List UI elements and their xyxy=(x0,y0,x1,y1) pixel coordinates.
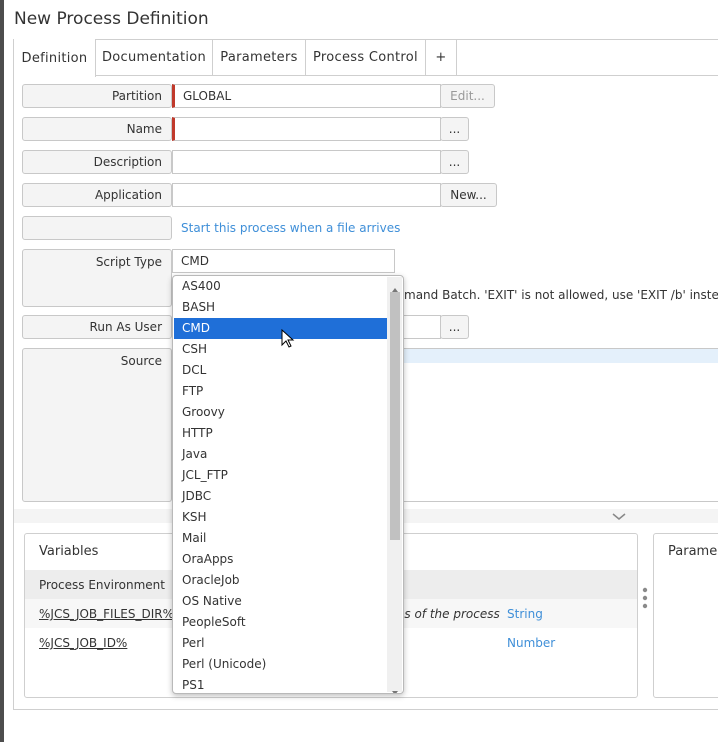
application-new-button[interactable]: New... xyxy=(440,183,497,207)
application-field[interactable] xyxy=(172,183,441,207)
run-as-user-label: Run As User xyxy=(22,315,172,339)
script-type-label: Script Type xyxy=(22,249,172,307)
tab-documentation[interactable]: Documentation xyxy=(96,39,213,76)
add-tab-button[interactable]: + xyxy=(426,39,457,76)
name-browse-button[interactable]: ... xyxy=(440,117,469,141)
dropdown-option[interactable]: Perl xyxy=(174,633,387,654)
script-type-hint: mand Batch. 'EXIT' is not allowed, use '… xyxy=(404,288,718,302)
dropdown-option[interactable]: PS1 xyxy=(174,675,387,693)
dropdown-option[interactable]: HTTP xyxy=(174,423,387,444)
file-arrival-link[interactable]: Start this process when a file arrives xyxy=(181,221,400,235)
tab-parameters[interactable]: Parameters xyxy=(213,39,306,76)
scroll-up-icon[interactable] xyxy=(391,279,399,292)
variable-description: es of the process xyxy=(397,607,500,621)
dropdown-option[interactable]: DCL xyxy=(174,360,387,381)
chevron-down-icon[interactable] xyxy=(611,509,627,523)
dropdown-option[interactable]: Mail xyxy=(174,528,387,549)
description-label: Description xyxy=(22,150,172,174)
page-title: New Process Definition xyxy=(14,9,209,29)
dropdown-option[interactable]: JCL_FTP xyxy=(174,465,387,486)
run-as-user-browse-button[interactable]: ... xyxy=(440,315,469,339)
panel-resize-handle[interactable] xyxy=(641,586,649,610)
partition-edit-button[interactable]: Edit... xyxy=(440,84,495,108)
dropdown-scrollbar-thumb[interactable] xyxy=(390,292,400,540)
variable-name-link[interactable]: %JCS_JOB_FILES_DIR% xyxy=(39,607,174,621)
parameters-panel-title: Parame xyxy=(668,544,718,559)
dropdown-option[interactable]: KSH xyxy=(174,507,387,528)
dropdown-option[interactable]: BASH xyxy=(174,297,387,318)
name-label: Name xyxy=(22,117,172,141)
variable-name-link[interactable]: %JCS_JOB_ID% xyxy=(39,636,127,650)
variable-type: String xyxy=(507,607,543,621)
dropdown-option[interactable]: PeopleSoft xyxy=(174,612,387,633)
description-browse-button[interactable]: ... xyxy=(440,150,469,174)
description-field[interactable] xyxy=(172,150,441,174)
source-label: Source xyxy=(22,348,172,502)
tab-process-control[interactable]: Process Control xyxy=(306,39,426,76)
dropdown-option[interactable]: JDBC xyxy=(174,486,387,507)
mouse-cursor-icon xyxy=(281,328,295,349)
scroll-down-icon[interactable] xyxy=(391,682,399,693)
variable-type: Number xyxy=(507,636,556,650)
variables-group-label: Process Environment xyxy=(39,578,165,592)
variables-title: Variables xyxy=(39,544,99,559)
dropdown-option[interactable]: AS400 xyxy=(174,276,387,297)
dropdown-option[interactable]: OraApps xyxy=(174,549,387,570)
dropdown-option[interactable]: FTP xyxy=(174,381,387,402)
file-arrival-label xyxy=(22,216,172,240)
dropdown-option[interactable]: OS Native xyxy=(174,591,387,612)
partition-label: Partition xyxy=(22,84,172,108)
dropdown-option[interactable]: Perl (Unicode) xyxy=(174,654,387,675)
name-field[interactable] xyxy=(172,117,441,141)
partition-field[interactable]: GLOBAL xyxy=(172,84,441,108)
application-label: Application xyxy=(22,183,172,207)
dropdown-option[interactable]: OracleJob xyxy=(174,570,387,591)
script-type-select[interactable]: CMD xyxy=(172,249,395,273)
left-edge-bar xyxy=(0,0,4,742)
tab-definition[interactable]: Definition xyxy=(14,39,96,77)
dropdown-option[interactable]: Groovy xyxy=(174,402,387,423)
dropdown-option[interactable]: Java xyxy=(174,444,387,465)
